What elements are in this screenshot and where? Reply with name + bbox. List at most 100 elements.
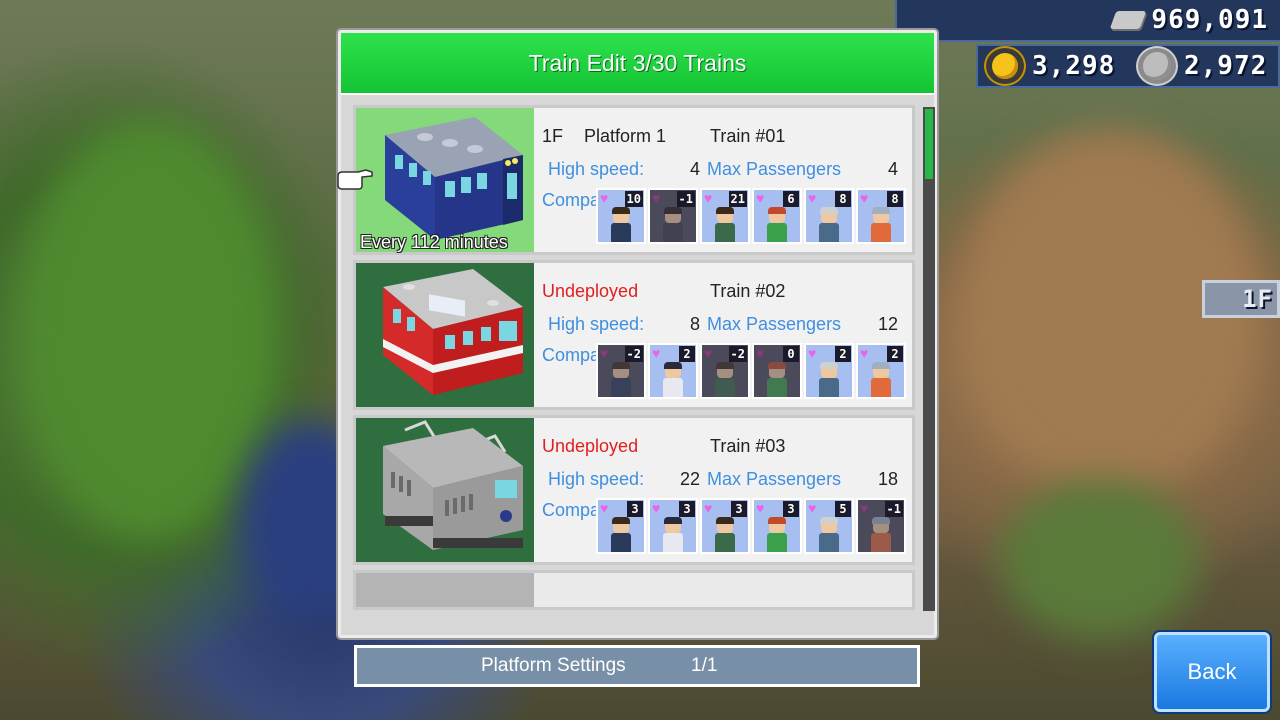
heart-icon: ♥ [704, 345, 713, 361]
departure-interval: Every 112 minutes [360, 232, 508, 252]
train-row-03[interactable]: Undeployed Train #03 High speed: 22 Max … [353, 415, 915, 565]
crew-member-portrait[interactable]: ♥ 3 [752, 498, 802, 554]
train-row-02[interactable]: Undeployed Train #02 High speed: 8 Max P… [353, 260, 915, 410]
person-icon [713, 362, 737, 397]
crew-member-portrait[interactable]: ♥ 3 [596, 498, 646, 554]
heart-icon: ♥ [652, 190, 661, 206]
crew-member-portrait[interactable]: ♥ 5 [804, 498, 854, 554]
crew-member-portrait[interactable]: ♥ -2 [596, 343, 646, 399]
heart-icon: ♥ [860, 500, 869, 516]
heart-icon: ♥ [860, 190, 869, 206]
person-icon [765, 362, 789, 397]
crew-member-portrait[interactable]: ♥ 8 [804, 188, 854, 244]
person-icon [609, 362, 633, 397]
high-speed-value: 4 [689, 159, 700, 179]
crew-member-portrait[interactable]: ♥ 3 [648, 498, 698, 554]
person-icon [609, 517, 633, 552]
max-passengers-value: 12 [877, 314, 898, 334]
affinity-value: -1 [884, 501, 903, 517]
high-speed-value: 8 [689, 314, 700, 334]
heart-icon: ♥ [808, 500, 817, 516]
affinity-value: 10 [624, 191, 643, 207]
train-row-01[interactable]: Every 112 minutes 1F Platform 1 Train #0… [353, 105, 915, 255]
heart-icon: ♥ [600, 500, 609, 516]
platform-settings-bar[interactable]: Platform Settings 1/1 [354, 645, 920, 687]
company-label: Compa [542, 500, 601, 520]
crew-member-portrait[interactable]: ♥ 8 [856, 188, 906, 244]
affinity-value: -2 [624, 346, 643, 362]
person-icon [817, 517, 841, 552]
train-thumbnail[interactable] [356, 418, 534, 562]
crew-list: ♥ 3 ♥ 3 ♥ 3 ♥ 3 ♥ 5 ♥ -1 [596, 498, 906, 554]
train-thumbnail[interactable]: Every 112 minutes [356, 108, 534, 252]
company-label: Compa [542, 345, 601, 365]
crew-list: ♥ 10 ♥ -1 ♥ 21 ♥ 6 ♥ 8 ♥ 8 [596, 188, 906, 244]
person-icon [713, 517, 737, 552]
crew-member-portrait[interactable]: ♥ 2 [648, 343, 698, 399]
list-scrollbar[interactable] [923, 107, 935, 611]
person-icon [765, 207, 789, 242]
heart-icon: ♥ [652, 345, 661, 361]
page-indicator: 1/1 [691, 655, 718, 676]
train-info: 1F Platform 1 Train #01 High speed: 4 Ma… [534, 108, 912, 252]
max-passengers-value: 4 [887, 159, 898, 179]
money-value: 969,091 [1151, 5, 1268, 35]
train-list[interactable]: Every 112 minutes 1F Platform 1 Train #0… [353, 105, 915, 611]
panel-title: Train Edit 3/30 Trains [528, 49, 747, 76]
empty-slot-thumbnail [356, 573, 534, 607]
train-thumbnail[interactable] [356, 263, 534, 407]
train-info: Undeployed Train #02 High speed: 8 Max P… [534, 263, 912, 407]
crew-member-portrait[interactable]: ♥ 6 [752, 188, 802, 244]
affinity-value: 0 [783, 346, 799, 362]
crew-member-portrait[interactable]: ♥ -1 [648, 188, 698, 244]
heart-icon: ♥ [704, 500, 713, 516]
heart-icon: ♥ [808, 345, 817, 361]
high-speed-label: High speed: [548, 314, 645, 334]
crew-member-portrait[interactable]: ♥ 2 [804, 343, 854, 399]
affinity-value: 6 [783, 191, 799, 207]
crew-member-portrait[interactable]: ♥ 0 [752, 343, 802, 399]
empty-train-slot[interactable] [353, 570, 915, 610]
high-speed-label: High speed: [548, 469, 645, 489]
affinity-value: 3 [731, 501, 747, 517]
max-passengers-label: Max Passengers [707, 314, 842, 334]
affinity-value: 5 [835, 501, 851, 517]
affinity-value: 8 [887, 191, 903, 207]
person-icon [817, 362, 841, 397]
heart-icon: ♥ [652, 500, 661, 516]
high-speed-label: High speed: [548, 159, 645, 179]
panel-header: Train Edit 3/30 Trains [341, 33, 934, 95]
crew-member-portrait[interactable]: ♥ 2 [856, 343, 906, 399]
floor-indicator[interactable]: 1F [1202, 280, 1280, 318]
affinity-value: 3 [627, 501, 643, 517]
money-train-icon [1110, 11, 1147, 29]
person-icon [869, 362, 893, 397]
affinity-value: 3 [783, 501, 799, 517]
person-icon [661, 517, 685, 552]
heart-icon: ♥ [704, 190, 713, 206]
money-display: 969,091 [895, 0, 1280, 42]
max-passengers-label: Max Passengers [707, 469, 842, 489]
train-info: Undeployed Train #03 High speed: 22 Max … [534, 418, 912, 562]
silver-coin-icon [1136, 46, 1178, 86]
train-status: Undeployed [542, 281, 639, 301]
silver-locomotive-icon [383, 420, 523, 550]
heart-icon: ♥ [808, 190, 817, 206]
person-icon [817, 207, 841, 242]
crew-member-portrait[interactable]: ♥ 21 [700, 188, 750, 244]
affinity-value: -1 [676, 191, 695, 207]
back-button[interactable]: Back [1154, 632, 1270, 712]
crew-member-portrait[interactable]: ♥ -2 [700, 343, 750, 399]
train-status: 1F [542, 126, 564, 146]
crew-member-portrait[interactable]: ♥ 3 [700, 498, 750, 554]
max-passengers-label: Max Passengers [707, 159, 842, 179]
scrollbar-thumb[interactable] [925, 109, 933, 179]
heart-icon: ♥ [600, 190, 609, 206]
train-number: Train #03 [710, 436, 786, 456]
crew-member-portrait[interactable]: ♥ 10 [596, 188, 646, 244]
pointing-hand-icon [337, 169, 373, 190]
train-status: Undeployed [542, 436, 639, 456]
person-icon [661, 362, 685, 397]
affinity-value: 2 [679, 346, 695, 362]
crew-member-portrait[interactable]: ♥ -1 [856, 498, 906, 554]
